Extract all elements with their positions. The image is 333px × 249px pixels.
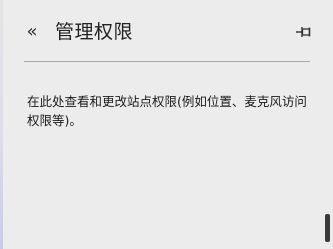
permissions-description: 在此处查看和更改站点权限(例如位置、麦克风访问权限等)。 (27, 94, 307, 128)
header-divider (24, 61, 310, 62)
permissions-panel: « 管理权限 在此处查看和更改站点权限(例如位置、麦克风访问权限等)。 (0, 0, 333, 249)
back-button[interactable]: « (22, 21, 42, 43)
page-title: 管理权限 (55, 21, 134, 43)
scrollbar[interactable] (323, 0, 333, 249)
pin-button[interactable] (293, 22, 315, 42)
panel-header: « 管理权限 (0, 16, 333, 52)
pin-icon (296, 27, 311, 37)
chevron-double-left-icon: « (26, 21, 38, 42)
scrollbar-thumb[interactable] (325, 214, 330, 242)
